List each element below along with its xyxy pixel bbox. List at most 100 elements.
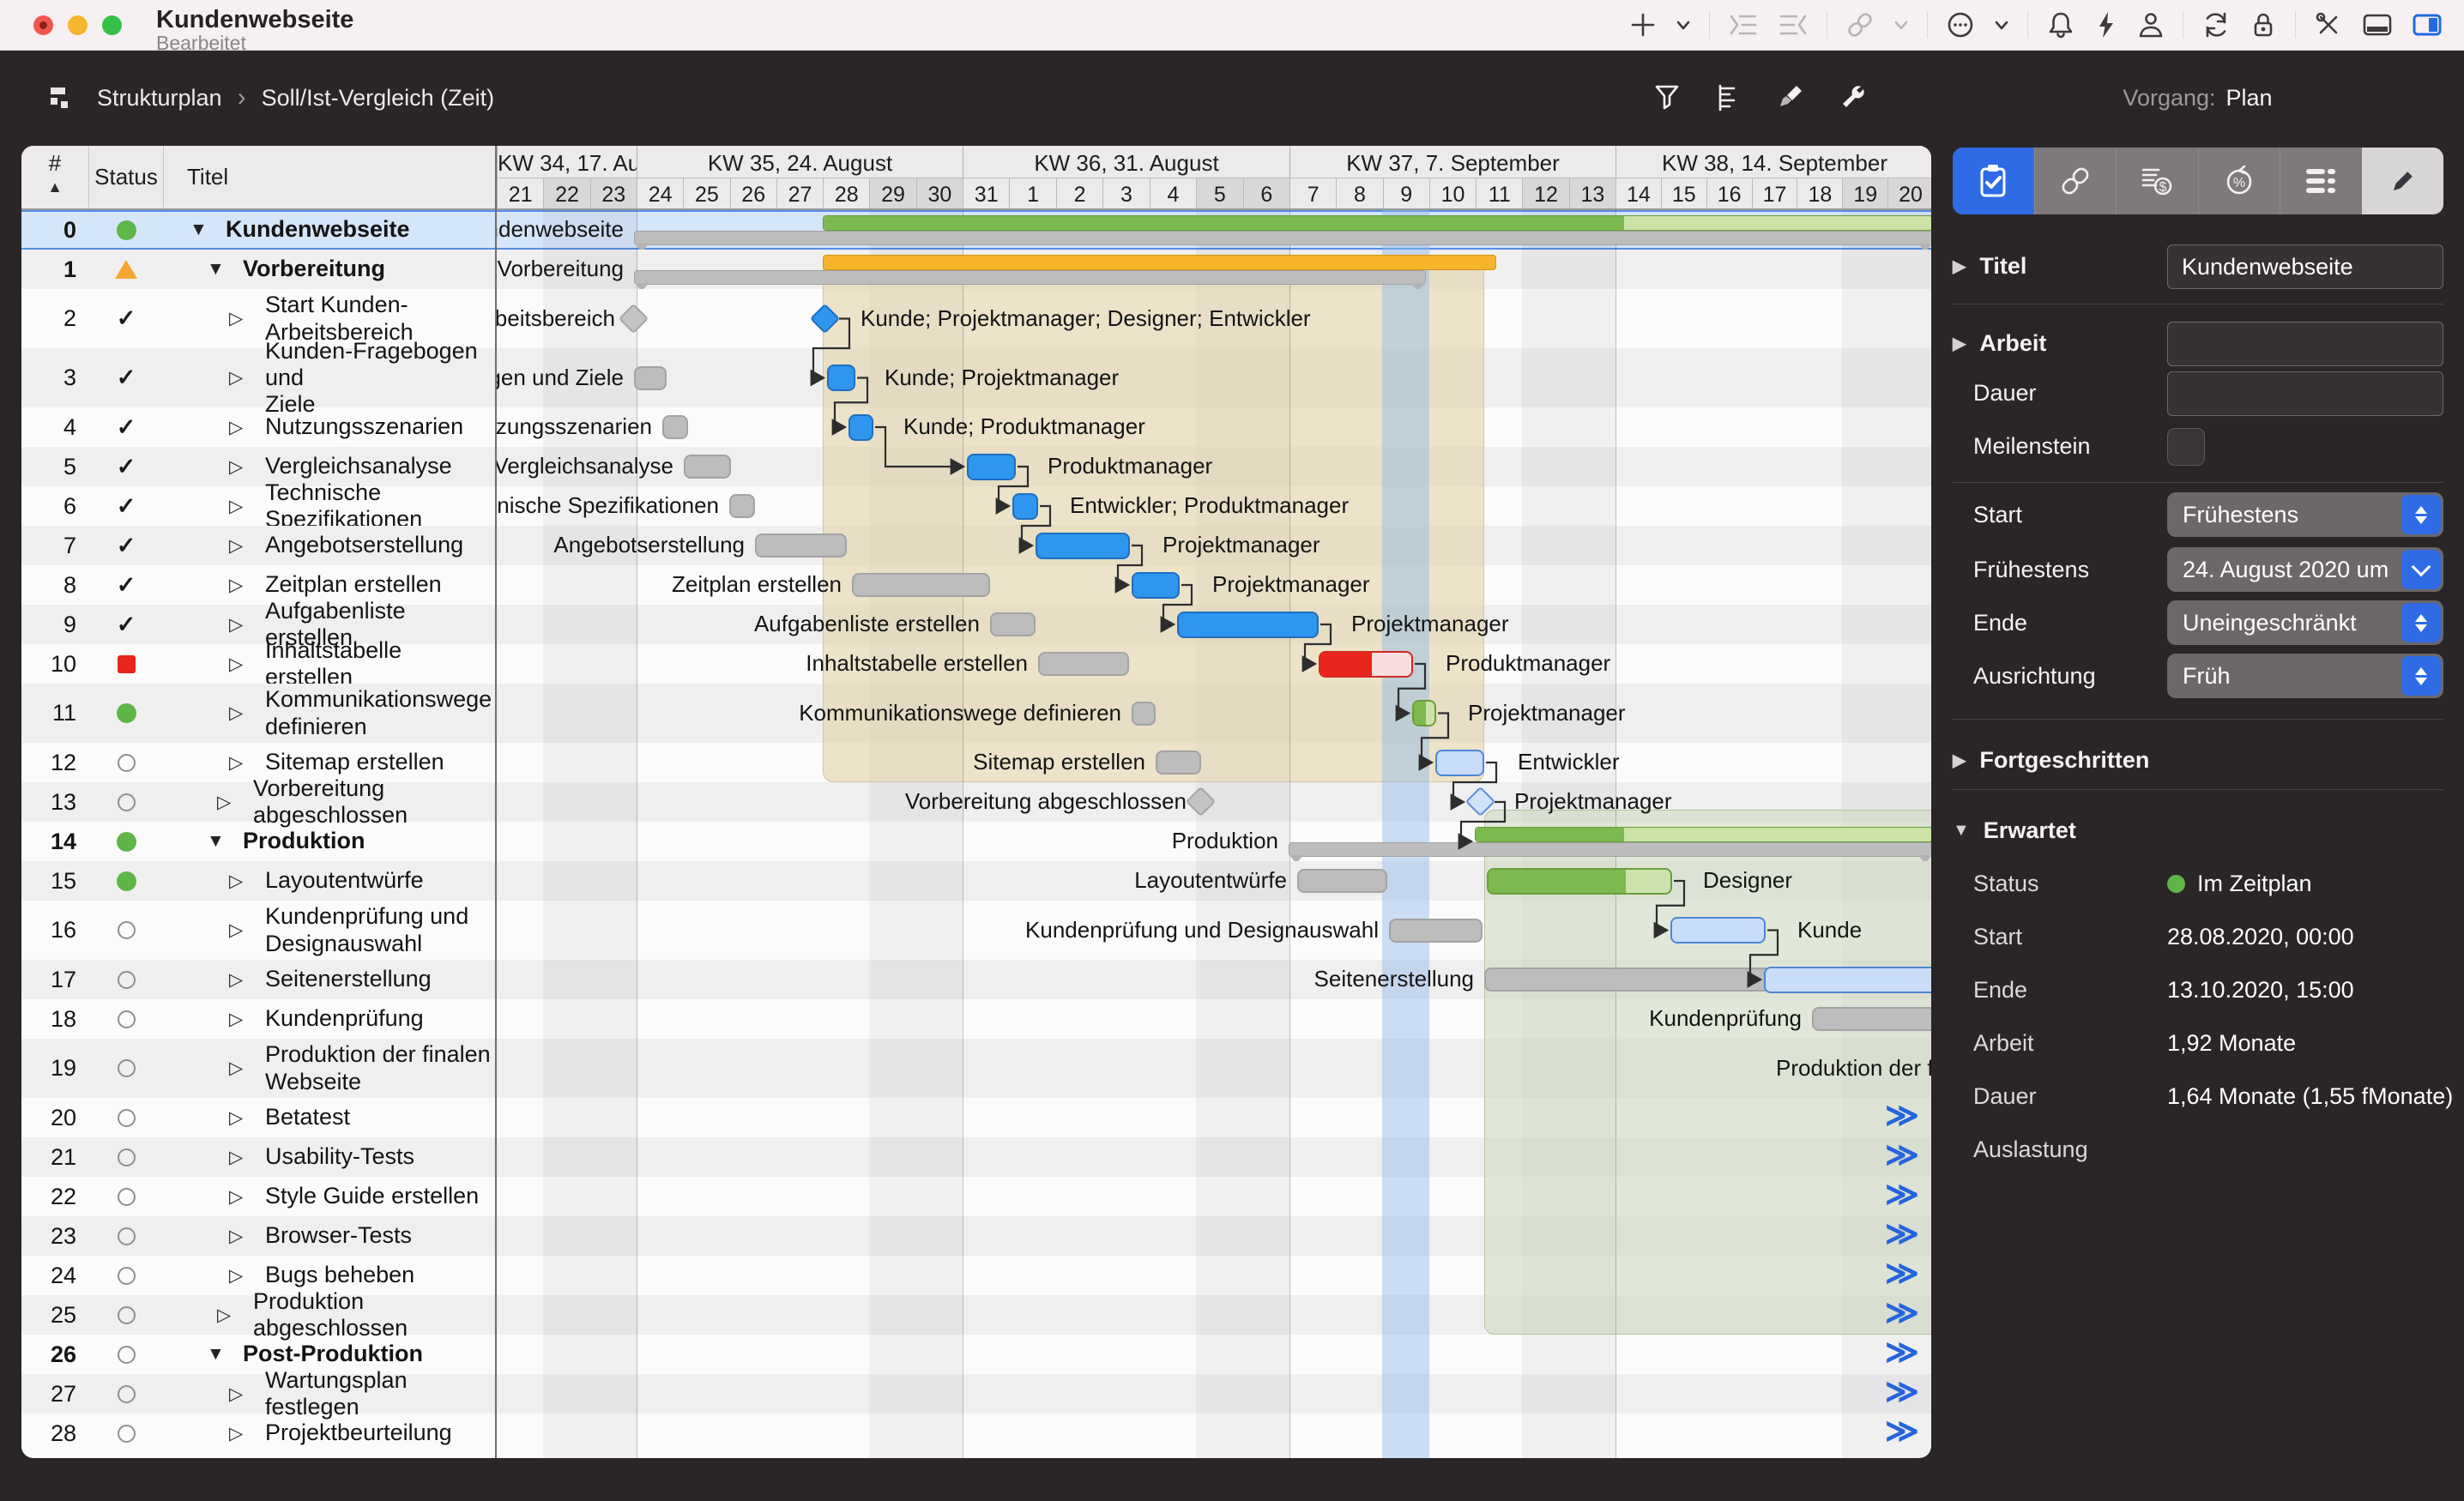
gantt-bar-blue[interactable]	[1036, 533, 1130, 559]
outline-list-button[interactable]	[1713, 81, 1744, 114]
arbeit-input[interactable]	[2167, 322, 2443, 366]
disclosure-closed-icon[interactable]: ▷	[217, 1305, 239, 1326]
gantt-bar-gray[interactable]	[1812, 1007, 1931, 1031]
disclosure-closed-icon[interactable]: ▷	[229, 1147, 251, 1168]
disclosure-closed-icon[interactable]: ▷	[229, 1423, 251, 1444]
table-row[interactable]: 20▷Betatest	[21, 1098, 495, 1137]
gantt-bar-red[interactable]	[1319, 651, 1413, 678]
chevron-down-button[interactable]	[1675, 10, 1692, 39]
disclosure-closed-icon[interactable]: ▷	[229, 1009, 251, 1030]
panel-bottom-button[interactable]	[2361, 10, 2394, 39]
gantt-bar-blue[interactable]	[827, 365, 855, 391]
disclosure-closed-icon[interactable]: ▷	[229, 702, 251, 724]
table-row[interactable]: 10▷Inhaltstabelle erstellen	[21, 644, 495, 684]
gantt-bar-gray[interactable]	[684, 455, 731, 479]
table-row[interactable]: 22▷Style Guide erstellen	[21, 1177, 495, 1216]
table-row[interactable]: 16▷Kundenprüfung und Designauswahl	[21, 901, 495, 960]
offscreen-task-indicator[interactable]: ≫	[1885, 1256, 1916, 1293]
table-row[interactable]: 4✓▷Nutzungsszenarien	[21, 407, 495, 447]
add-button[interactable]	[1628, 10, 1658, 39]
table-row[interactable]: 3✓▷Kunden-Fragebogen und Ziele	[21, 348, 495, 407]
milestone-diamond[interactable]	[810, 303, 840, 333]
table-row[interactable]: 27▷Wartungsplan festlegen	[21, 1374, 495, 1414]
gantt-bar-gray[interactable]	[1389, 919, 1483, 943]
disclosure-closed-icon[interactable]: ▷	[229, 417, 251, 438]
column-header-status[interactable]: Status	[89, 146, 164, 208]
gantt-bar-syellow[interactable]	[823, 255, 1496, 270]
table-row[interactable]: 14▼Produktion	[21, 822, 495, 861]
gantt-bar-gray[interactable]	[634, 366, 667, 390]
gantt-bar-gray[interactable]	[662, 415, 688, 439]
inspector-tab-pencil[interactable]	[2362, 148, 2444, 214]
inspector-tab-progress[interactable]: %	[2198, 148, 2280, 214]
disclosure-closed-icon[interactable]: ▷	[229, 1186, 251, 1208]
offscreen-task-indicator[interactable]: ≫	[1885, 1098, 1916, 1135]
gantt-bar-gray[interactable]	[1156, 750, 1201, 775]
gantt-bar-blue[interactable]	[1012, 493, 1038, 520]
gantt-bar-blue[interactable]	[967, 454, 1016, 480]
gantt-bar-gray[interactable]	[990, 612, 1036, 636]
meilenstein-checkbox[interactable]	[2167, 428, 2205, 466]
disclosure-closed-icon[interactable]: ▷	[229, 308, 251, 329]
table-row[interactable]: 21▷Usability-Tests	[21, 1137, 495, 1177]
minimize-button[interactable]	[68, 15, 88, 35]
disclosure-open-icon[interactable]: ▼	[207, 1344, 229, 1365]
column-header-title[interactable]: Titel	[163, 146, 495, 208]
table-row[interactable]: 25▷Produktion abgeschlossen	[21, 1295, 495, 1335]
offscreen-task-indicator[interactable]: ≫	[1885, 1137, 1916, 1174]
milestone-diamond[interactable]	[1186, 787, 1216, 817]
table-row[interactable]: 13▷Vorbereitung abgeschlossen	[21, 782, 495, 822]
gantt-bar-gray[interactable]	[852, 573, 990, 597]
disclosure-closed-icon[interactable]: ▷	[229, 614, 251, 636]
dropdown[interactable]: Früh	[2167, 654, 2443, 698]
offscreen-task-indicator[interactable]: ≫	[1885, 1295, 1916, 1332]
disclosure-closed-icon[interactable]: ▷	[229, 919, 251, 941]
gantt-bar-sgray[interactable]	[1289, 842, 1931, 857]
disclosure-closed-icon[interactable]: ▷	[229, 575, 251, 596]
table-row[interactable]: 1▼Vorbereitung	[21, 250, 495, 289]
person-button[interactable]	[2136, 9, 2165, 40]
gantt-bar-gray[interactable]	[1484, 968, 1812, 992]
gantt-bar-gray[interactable]	[755, 533, 847, 558]
more-circle-button[interactable]	[1945, 9, 1976, 40]
gantt-bar-blue[interactable]	[849, 414, 873, 441]
gantt-bar-blue[interactable]	[1132, 572, 1180, 599]
table-row[interactable]: 23▷Browser-Tests	[21, 1216, 495, 1256]
bolt-button[interactable]	[2093, 9, 2119, 40]
disclosure-closed-icon[interactable]: ▷	[229, 496, 251, 517]
bell-button[interactable]	[2045, 9, 2076, 40]
disclosure-closed-icon[interactable]: ▷	[229, 969, 251, 991]
disclosure-closed-icon[interactable]: ▷	[229, 752, 251, 774]
milestone-diamond[interactable]	[619, 303, 649, 333]
chevron-down-button[interactable]	[1993, 10, 2010, 39]
link-button[interactable]	[1845, 10, 1875, 39]
table-row[interactable]: 11▷Kommunikationswege definieren	[21, 684, 495, 743]
disclosure-closed-icon[interactable]: ▷	[229, 1226, 251, 1247]
offscreen-task-indicator[interactable]: ≫	[1885, 1335, 1916, 1371]
table-row[interactable]: 17▷Seitenerstellung	[21, 960, 495, 999]
table-row[interactable]: 0▼Kundenwebseite	[21, 210, 495, 250]
disclosure-closed-icon[interactable]: ▷	[229, 1265, 251, 1287]
disclosure-closed-icon[interactable]: ▷	[229, 1107, 251, 1129]
inspector-tab-costs[interactable]: $	[2116, 148, 2198, 214]
lock-button[interactable]	[2249, 9, 2278, 40]
disclosure-closed-icon[interactable]: ▷	[217, 792, 239, 813]
offscreen-task-indicator[interactable]: ≫	[1885, 1374, 1916, 1411]
gantt-bar-gray[interactable]	[1038, 652, 1129, 676]
disclosure-open-icon[interactable]: ▼	[207, 831, 229, 852]
gantt-bar-gray[interactable]	[1297, 869, 1387, 893]
sync-button[interactable]	[2201, 9, 2231, 40]
inspector-tab-chain[interactable]	[2034, 148, 2117, 214]
table-row[interactable]: 19▷Produktion der finalen Webseite	[21, 1039, 495, 1098]
offscreen-task-indicator[interactable]: ≫	[1885, 1414, 1916, 1450]
gantt-bar-pblue[interactable]	[1435, 750, 1484, 776]
breadcrumb-item[interactable]: Soll/Ist-Vergleich (Zeit)	[262, 85, 495, 112]
indent-button[interactable]	[1727, 10, 1760, 39]
disclosure-closed-icon[interactable]: ▷	[229, 535, 251, 557]
table-row[interactable]: 18▷Kundenprüfung	[21, 999, 495, 1039]
dauer-input[interactable]	[2167, 371, 2443, 416]
gantt-bar-sgreen[interactable]	[1475, 827, 1931, 842]
disclosure-closed-icon[interactable]: ▷	[229, 871, 251, 892]
offscreen-task-indicator[interactable]: ≫	[1885, 1216, 1916, 1253]
breadcrumb-item[interactable]: Strukturplan	[97, 85, 222, 112]
